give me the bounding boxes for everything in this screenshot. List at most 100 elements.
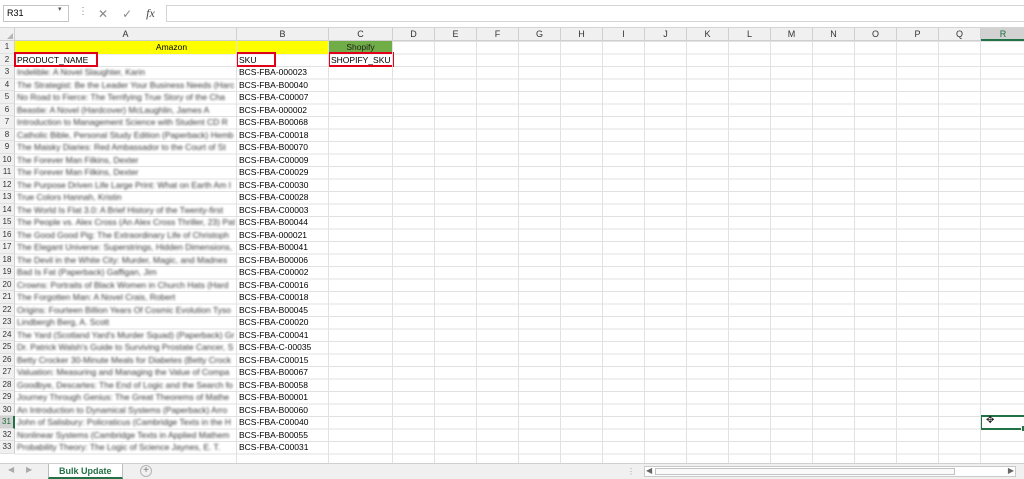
product-name-cell[interactable]: The Purpose Driven Life Large Print: Wha… bbox=[15, 179, 237, 192]
sku-cell[interactable]: BCS-FBA-B00041 bbox=[237, 241, 329, 254]
product-name-cell[interactable]: Bad Is Fat (Paperback) Gaffigan, Jim bbox=[15, 266, 237, 279]
column-header-h[interactable]: H bbox=[561, 28, 603, 41]
sku-cell[interactable]: BCS-FBA-B00006 bbox=[237, 254, 329, 267]
tab-splitter-icon[interactable]: ⋮ bbox=[627, 467, 635, 476]
product-name-cell[interactable]: Journey Through Genius: The Great Theore… bbox=[15, 391, 237, 404]
sku-cell[interactable]: BCS-FBA-B00067 bbox=[237, 366, 329, 379]
row-header-27[interactable]: 27 bbox=[0, 366, 15, 379]
scroll-left-icon[interactable]: ◀ bbox=[646, 466, 652, 475]
product-name-cell[interactable]: Origins: Fourteen Billion Years Of Cosmi… bbox=[15, 304, 237, 317]
sku-cell[interactable]: BCS-FBA-B00055 bbox=[237, 429, 329, 442]
shopify-header-cell[interactable]: Shopify bbox=[329, 41, 392, 54]
sku-cell[interactable]: BCS-FBA-B00060 bbox=[237, 404, 329, 417]
sku-cell[interactable]: BCS-FBA-C00016 bbox=[237, 279, 329, 292]
row-header-13[interactable]: 13 bbox=[0, 191, 15, 204]
column-header-a[interactable]: A bbox=[15, 28, 237, 41]
sku-cell[interactable]: BCS-FBA-B00044 bbox=[237, 216, 329, 229]
sku-cell[interactable]: BCS-FBA-B00068 bbox=[237, 116, 329, 129]
product-name-cell[interactable]: Betty Crocker 30-Minute Meals for Diabet… bbox=[15, 354, 237, 367]
prev-sheet-icon[interactable]: ◀ bbox=[8, 465, 14, 474]
product-name-cell[interactable]: Goodbye, Descartes: The End of Logic and… bbox=[15, 379, 237, 392]
row-header-22[interactable]: 22 bbox=[0, 303, 15, 316]
product-name-cell[interactable]: Lindbergh Berg, A. Scott bbox=[15, 316, 237, 329]
sheet-tab-bulk-update[interactable]: Bulk Update bbox=[48, 464, 123, 479]
sku-cell[interactable]: BCS-FBA-C00029 bbox=[237, 166, 329, 179]
row-header-16[interactable]: 16 bbox=[0, 228, 15, 241]
product-name-cell[interactable]: Dr. Patrick Walsh's Guide to Surviving P… bbox=[15, 341, 237, 354]
row-header-11[interactable]: 11 bbox=[0, 166, 15, 179]
sku-cell[interactable]: BCS-FBA-C00009 bbox=[237, 154, 329, 167]
sku-cell[interactable]: BCS-FBA-C00020 bbox=[237, 316, 329, 329]
row-header-14[interactable]: 14 bbox=[0, 203, 15, 216]
sku-cell[interactable]: BCS-FBA-C-00035 bbox=[237, 341, 329, 354]
product-name-cell[interactable]: Beastie: A Novel (Hardcover) McLaughlin,… bbox=[15, 104, 237, 117]
sku-cell[interactable]: BCS-FBA-C00040 bbox=[237, 416, 329, 429]
product-name-cell[interactable]: Crowns: Portraits of Black Women in Chur… bbox=[15, 279, 237, 292]
product-name-cell[interactable]: Nonlinear Systems (Cambridge Texts in Ap… bbox=[15, 429, 237, 442]
row-header-24[interactable]: 24 bbox=[0, 328, 15, 341]
column-header-r[interactable]: R bbox=[981, 28, 1024, 41]
row-header-6[interactable]: 6 bbox=[0, 103, 15, 116]
shopify-sku-header-cell[interactable]: SHOPIFY_SKU bbox=[329, 54, 393, 67]
column-header-d[interactable]: D bbox=[393, 28, 435, 41]
sku-cell[interactable]: BCS-FBA-C00018 bbox=[237, 291, 329, 304]
scrollbar-thumb[interactable] bbox=[655, 468, 955, 475]
product-name-cell[interactable]: The People vs. Alex Cross (An Alex Cross… bbox=[15, 216, 237, 229]
scroll-right-icon[interactable]: ▶ bbox=[1008, 466, 1014, 475]
column-header-i[interactable]: I bbox=[603, 28, 645, 41]
product-name-cell[interactable]: Probability Theory: The Logic of Science… bbox=[15, 441, 237, 454]
row-header-19[interactable]: 19 bbox=[0, 266, 15, 279]
row-header-30[interactable]: 30 bbox=[0, 403, 15, 416]
row-header-20[interactable]: 20 bbox=[0, 278, 15, 291]
product-name-cell[interactable]: The Devil in the White City: Murder, Mag… bbox=[15, 254, 237, 267]
column-header-e[interactable]: E bbox=[435, 28, 477, 41]
product-name-cell[interactable]: An Introduction to Dynamical Systems (Pa… bbox=[15, 404, 237, 417]
product-name-cell[interactable]: The World Is Flat 3.0: A Brief History o… bbox=[15, 204, 237, 217]
sku-cell[interactable]: BCS-FBA-C00003 bbox=[237, 204, 329, 217]
more-options-icon[interactable]: ⋮ bbox=[78, 6, 88, 17]
cancel-icon[interactable]: ✕ bbox=[98, 7, 108, 21]
check-icon[interactable]: ✓ bbox=[122, 7, 132, 21]
column-header-n[interactable]: N bbox=[813, 28, 855, 41]
sku-cell[interactable]: BCS-FBA-B00045 bbox=[237, 304, 329, 317]
row-header-12[interactable]: 12 bbox=[0, 178, 15, 191]
column-header-g[interactable]: G bbox=[519, 28, 561, 41]
sku-cell[interactable]: BCS-FBA-000021 bbox=[237, 229, 329, 242]
column-header-m[interactable]: M bbox=[771, 28, 813, 41]
add-sheet-button[interactable]: + bbox=[140, 465, 152, 477]
horizontal-scrollbar[interactable]: ◀ ▶ bbox=[644, 466, 1016, 477]
row-header-3[interactable]: 3 bbox=[0, 66, 15, 79]
column-header-f[interactable]: F bbox=[477, 28, 519, 41]
row-header-4[interactable]: 4 bbox=[0, 78, 15, 91]
product-name-header-cell[interactable]: PRODUCT_NAME bbox=[15, 54, 237, 67]
product-name-cell[interactable]: The Elegant Universe: Superstrings, Hidd… bbox=[15, 241, 237, 254]
sku-cell[interactable]: BCS-FBA-C00031 bbox=[237, 441, 329, 454]
sku-cell[interactable]: BCS-FBA-000023 bbox=[237, 66, 329, 79]
amazon-header-cell[interactable]: Amazon bbox=[15, 41, 328, 54]
row-header-10[interactable]: 10 bbox=[0, 153, 15, 166]
row-header-29[interactable]: 29 bbox=[0, 391, 15, 404]
row-header-8[interactable]: 8 bbox=[0, 128, 15, 141]
sku-header-cell[interactable]: SKU bbox=[237, 54, 329, 67]
product-name-cell[interactable]: The Forever Man Filkins, Dexter bbox=[15, 166, 237, 179]
row-header-21[interactable]: 21 bbox=[0, 291, 15, 304]
product-name-cell[interactable]: John of Salisbury: Policraticus (Cambrid… bbox=[15, 416, 237, 429]
column-header-q[interactable]: Q bbox=[939, 28, 981, 41]
row-header-5[interactable]: 5 bbox=[0, 91, 15, 104]
product-name-cell[interactable]: True Colors Hannah, Kristin bbox=[15, 191, 237, 204]
sku-cell[interactable]: BCS-FBA-C00015 bbox=[237, 354, 329, 367]
row-header-26[interactable]: 26 bbox=[0, 353, 15, 366]
formula-input[interactable] bbox=[166, 5, 1024, 22]
product-name-cell[interactable]: The Strategist: Be the Leader Your Busin… bbox=[15, 79, 237, 92]
product-name-cell[interactable]: The Maisky Diaries: Red Ambassador to th… bbox=[15, 141, 237, 154]
row-header-15[interactable]: 15 bbox=[0, 216, 15, 229]
product-name-cell[interactable]: Catholic Bible, Personal Study Edition (… bbox=[15, 129, 237, 142]
row-header-1[interactable]: 1 bbox=[0, 41, 15, 54]
insert-function-icon[interactable]: fx bbox=[146, 6, 155, 21]
row-header-17[interactable]: 17 bbox=[0, 241, 15, 254]
chevron-down-icon[interactable]: ▾ bbox=[58, 5, 62, 13]
product-name-cell[interactable]: Indelible: A Novel Slaughter, Karin bbox=[15, 66, 237, 79]
row-header-28[interactable]: 28 bbox=[0, 378, 15, 391]
row-header-31[interactable]: 31 bbox=[0, 416, 15, 429]
select-all-button[interactable] bbox=[0, 28, 15, 41]
